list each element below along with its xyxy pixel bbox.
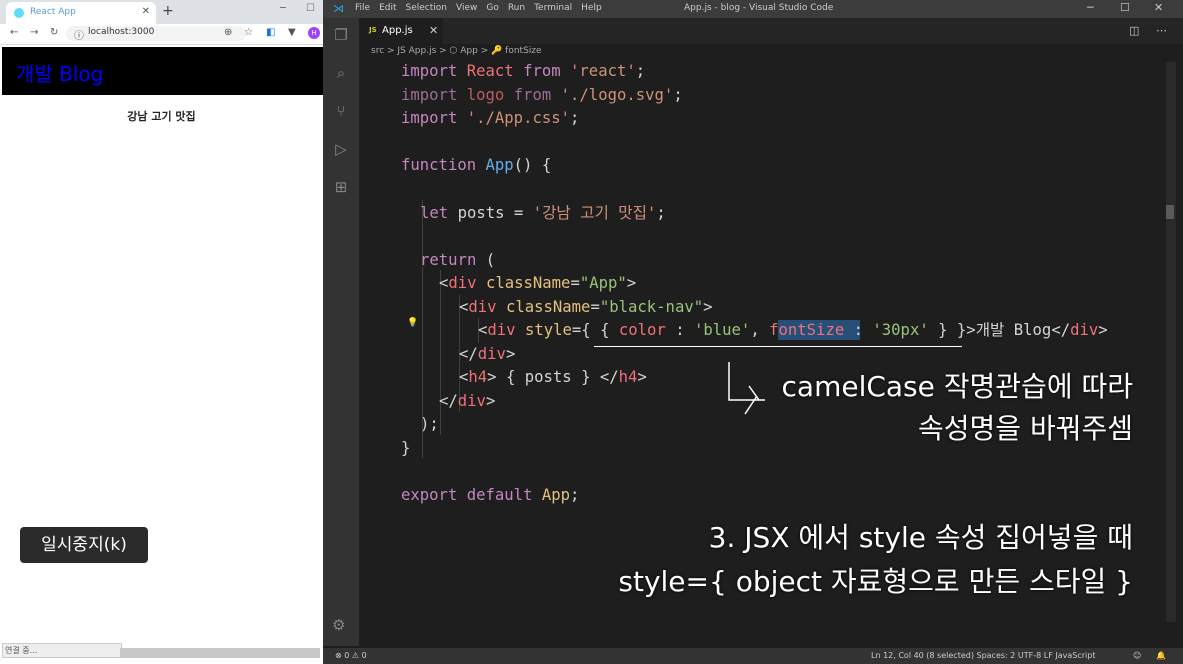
menu-view[interactable]: View	[456, 3, 477, 13]
annotation-arrow-icon	[728, 362, 765, 415]
search-icon[interactable]: ⌕	[332, 64, 350, 82]
scrollbar-thumb[interactable]	[1166, 205, 1174, 219]
problems-indicator[interactable]: ⊗ 0 ⚠ 0	[335, 651, 367, 660]
horizontal-scrollbar[interactable]	[120, 648, 320, 658]
info-icon[interactable]: ⓘ	[74, 27, 84, 42]
bookmark-star-icon[interactable]: ☆	[244, 27, 253, 38]
code-line: </div>	[459, 345, 516, 363]
status-bar: ⊗ 0 ⚠ 0 Ln 12, Col 40 (8 selected) Space…	[323, 648, 1183, 664]
split-editor-icon[interactable]: ◫	[1129, 24, 1139, 37]
source-control-icon[interactable]: ⑂	[332, 102, 350, 120]
close-window-icon[interactable]: ✕	[1154, 1, 1163, 14]
code-line: <div style={ { color : 'blue', fontSize …	[478, 321, 1108, 339]
code-line: </div>	[439, 392, 496, 410]
annotation-line: 3. JSX 에서 style 속성 집어넣을 때	[708, 521, 1133, 554]
code-line: import './App.css';	[401, 109, 580, 127]
annotation-underline	[594, 346, 962, 347]
extensions-icon[interactable]: ⊞	[332, 178, 350, 196]
url-text: localhost:3000	[88, 27, 155, 37]
address-bar: ← → ↻ ⓘ localhost:3000 ⊕ ☆ ◧ ▼ H	[0, 24, 323, 45]
activity-bar: ❐ ⌕ ⑂ ▷ ⊞	[323, 18, 359, 646]
code-editor[interactable]: import React from 'react'; import logo f…	[401, 60, 1108, 504]
editor-tabs: JS App.js ✕ ◫ ⋯	[359, 18, 1183, 44]
explorer-icon[interactable]: ❐	[332, 26, 350, 44]
status-right[interactable]: Ln 12, Col 40 (8 selected) Spaces: 2 UTF…	[871, 651, 1095, 660]
browser-tab-title: React App	[30, 7, 76, 17]
annotation-line: 속성명을 바꿔주셈	[918, 412, 1133, 445]
code-line: import React from 'react';	[401, 62, 646, 80]
menu-bar: File Edit Selection View Go Run Terminal Help	[355, 3, 611, 13]
menu-terminal[interactable]: Terminal	[534, 3, 572, 13]
code-line: function App() {	[401, 156, 552, 174]
menu-selection[interactable]: Selection	[406, 3, 447, 13]
annotation-jsx-style: 3. JSX 에서 style 속성 집어넣을 때 style={ object…	[618, 516, 1133, 604]
menu-edit[interactable]: Edit	[379, 3, 396, 13]
zoom-icon[interactable]: ⊕	[224, 27, 232, 38]
bell-icon[interactable]: 🔔	[1156, 651, 1166, 660]
close-tab-icon[interactable]: ✕	[429, 24, 438, 37]
code-line: <div className="black-nav">	[459, 298, 713, 316]
tab-label: App.js	[382, 25, 413, 36]
back-icon[interactable]: ←	[10, 27, 18, 38]
code-line: import logo from './logo.svg';	[401, 86, 683, 104]
code-line: return (	[420, 251, 496, 269]
run-debug-icon[interactable]: ▷	[332, 140, 350, 158]
menu-run[interactable]: Run	[508, 3, 525, 13]
vertical-scrollbar[interactable]	[1166, 62, 1176, 622]
new-tab-icon[interactable]: +	[162, 3, 174, 19]
breadcrumb[interactable]: src > JS App.js > ⬡ App > 🔑 fontSize	[371, 46, 542, 56]
account-icon[interactable]: ☺	[1133, 651, 1141, 660]
menu-go[interactable]: Go	[486, 3, 498, 13]
code-line: export default App;	[401, 486, 580, 504]
code-line: <h4> { posts } </h4>	[459, 368, 647, 386]
settings-gear-icon[interactable]: ⚙	[332, 616, 345, 634]
tab-app-js[interactable]: JS App.js ✕	[359, 18, 443, 44]
extension-icon[interactable]: ◧	[266, 27, 275, 38]
minimize-icon[interactable]: ─	[280, 3, 286, 14]
vscode-titlebar: ⋊ File Edit Selection View Go Run Terminal Help…	[323, 0, 1183, 18]
browser-window: React App ✕ + ─ ☐ ← → ↻ ⓘ localhost:3000…	[0, 0, 323, 664]
forward-icon[interactable]: →	[30, 27, 38, 38]
browser-tabstrip: React App ✕ + ─ ☐	[0, 0, 323, 24]
minimize-icon[interactable]: ─	[1087, 1, 1094, 14]
extension-filter-icon[interactable]: ▼	[288, 27, 296, 38]
maximize-icon[interactable]: ☐	[306, 3, 315, 14]
profile-avatar[interactable]: H	[308, 27, 320, 39]
vscode-logo-icon: ⋊	[333, 2, 344, 15]
menu-file[interactable]: File	[355, 3, 370, 13]
code-line: let posts = '강남 고기 맛집';	[420, 204, 666, 222]
status-bubble: 연결 중...	[2, 643, 122, 658]
window-title: App.js - blog - Visual Studio Code	[684, 3, 834, 13]
annotation-line: camelCase 작명관습에 따라	[781, 370, 1133, 403]
menu-help[interactable]: Help	[581, 3, 602, 13]
code-line: <div className="App">	[439, 274, 637, 292]
vscode-window: ⋊ File Edit Selection View Go Run Terminal Help…	[323, 0, 1183, 664]
code-line: );	[420, 415, 439, 433]
react-favicon-icon	[14, 8, 24, 18]
nav-title: 개발 Blog	[16, 62, 104, 86]
more-actions-icon[interactable]: ⋯	[1156, 24, 1167, 37]
maximize-icon[interactable]: ☐	[1120, 1, 1130, 14]
annotation-line: style={ object 자료형으로 만든 스타일 }	[618, 565, 1133, 598]
browser-tab[interactable]: React App ✕	[6, 2, 156, 24]
code-line: }	[401, 439, 411, 457]
black-nav: 개발 Blog	[2, 47, 323, 95]
reload-icon[interactable]: ↻	[50, 27, 58, 38]
post-title: 강남 고기 맛집	[127, 110, 196, 123]
close-tab-icon[interactable]: ✕	[142, 6, 150, 17]
pause-button[interactable]: 일시중지(k)	[20, 527, 148, 563]
annotation-camelcase: camelCase 작명관습에 따라 속성명을 바꿔주셈	[782, 366, 1133, 450]
js-file-icon: JS	[369, 26, 377, 34]
